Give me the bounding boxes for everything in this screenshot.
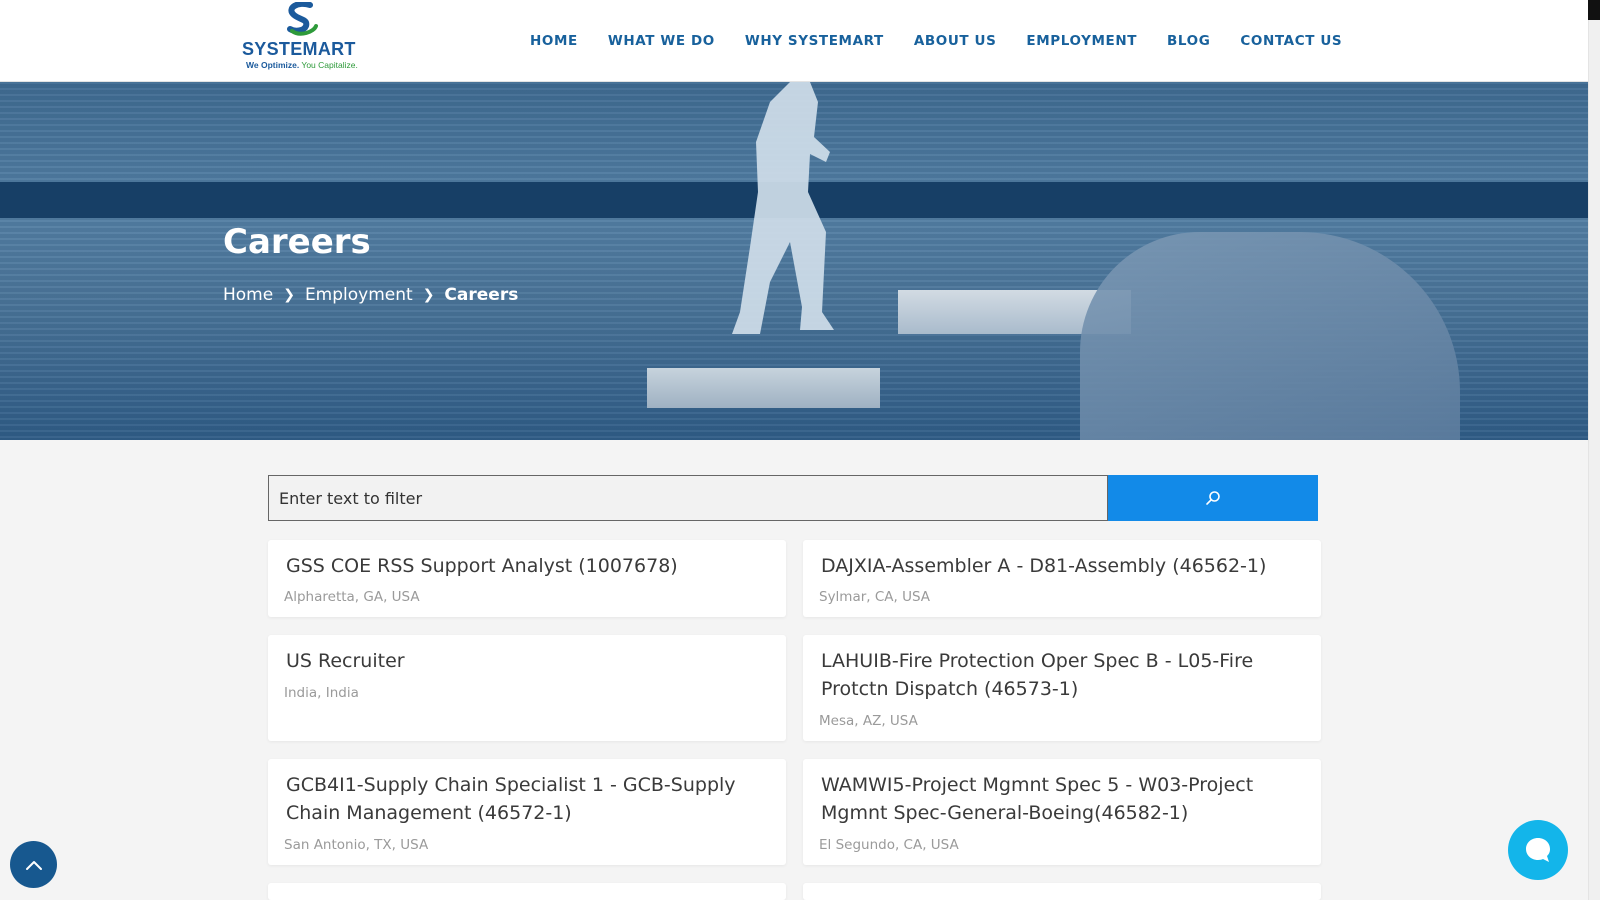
job-location: San Antonio, TX, USA — [284, 837, 429, 853]
main-nav: HOME WHAT WE DO WHY SYSTEMART ABOUT US E… — [530, 33, 1342, 49]
job-title[interactable]: GCB4I1-Supply Chain Specialist 1 - GCB-S… — [286, 771, 770, 827]
nav-about-us[interactable]: ABOUT US — [914, 33, 997, 49]
hero-banner: Careers Home ❯ Employment ❯ Careers — [0, 82, 1588, 440]
job-location: India, India — [284, 685, 359, 701]
scrollbar-track[interactable] — [1588, 0, 1600, 900]
breadcrumb-home[interactable]: Home — [223, 285, 273, 305]
breadcrumb-current: Careers — [444, 285, 519, 305]
nav-employment[interactable]: EMPLOYMENT — [1026, 33, 1137, 49]
nav-home[interactable]: HOME — [530, 33, 578, 49]
job-title[interactable]: US Recruiter — [286, 647, 770, 675]
job-card[interactable]: GCB4I1-Supply Chain Specialist 1 - GCB-S… — [268, 759, 786, 865]
job-card[interactable] — [268, 883, 786, 900]
job-card[interactable] — [803, 883, 1321, 900]
job-card[interactable]: GSS COE RSS Support Analyst (1007678) Al… — [268, 540, 786, 617]
tagline-part-2: You Capitalize. — [299, 60, 358, 70]
hero-image-hand — [1080, 232, 1460, 440]
logo[interactable]: SYSTEMART We Optimize. You Capitalize. — [240, 2, 370, 72]
search-icon — [1206, 491, 1220, 505]
search-button[interactable] — [1108, 475, 1318, 521]
job-location: Mesa, AZ, USA — [819, 713, 918, 729]
nav-contact-us[interactable]: CONTACT US — [1240, 33, 1342, 49]
hero-image-walking-figure — [732, 82, 834, 334]
job-card[interactable]: DAJXIA-Assembler A - D81-Assembly (46562… — [803, 540, 1321, 617]
chevron-up-icon — [25, 860, 42, 870]
page-title: Careers — [223, 222, 371, 262]
job-card[interactable]: US Recruiter India, India — [268, 635, 786, 741]
job-card[interactable]: LAHUIB-Fire Protection Oper Spec B - L05… — [803, 635, 1321, 741]
logo-mark-icon — [287, 2, 318, 36]
logo-name: SYSTEMART — [242, 39, 356, 59]
scroll-to-top-button[interactable] — [10, 841, 57, 888]
job-title[interactable]: GSS COE RSS Support Analyst (1007678) — [286, 552, 770, 580]
hero-image-plank — [647, 368, 880, 408]
job-title[interactable]: WAMWI5-Project Mgmnt Spec 5 - W03-Projec… — [821, 771, 1305, 827]
job-location: El Segundo, CA, USA — [819, 837, 959, 853]
breadcrumb-employment[interactable]: Employment — [305, 285, 413, 305]
logo-tagline: We Optimize. You Capitalize. — [246, 60, 358, 70]
breadcrumb: Home ❯ Employment ❯ Careers — [223, 285, 518, 305]
job-card[interactable]: WAMWI5-Project Mgmnt Spec 5 - W03-Projec… — [803, 759, 1321, 865]
job-location: Alpharetta, GA, USA — [284, 589, 420, 605]
job-title[interactable]: LAHUIB-Fire Protection Oper Spec B - L05… — [821, 647, 1305, 703]
scrollbar-thumb[interactable] — [1588, 0, 1600, 20]
chevron-right-icon: ❯ — [422, 287, 435, 303]
filter-input[interactable] — [268, 475, 1108, 521]
job-location: Sylmar, CA, USA — [819, 589, 931, 605]
chat-bubble-icon — [1526, 838, 1550, 862]
site-header: SYSTEMART We Optimize. You Capitalize. H… — [0, 0, 1588, 82]
nav-why-systemart[interactable]: WHY SYSTEMART — [745, 33, 884, 49]
job-title[interactable]: DAJXIA-Assembler A - D81-Assembly (46562… — [821, 552, 1305, 580]
nav-what-we-do[interactable]: WHAT WE DO — [608, 33, 715, 49]
nav-blog[interactable]: BLOG — [1167, 33, 1210, 49]
chat-button[interactable] — [1508, 820, 1568, 880]
tagline-part-1: We Optimize. — [246, 60, 300, 70]
chevron-right-icon: ❯ — [283, 287, 295, 303]
